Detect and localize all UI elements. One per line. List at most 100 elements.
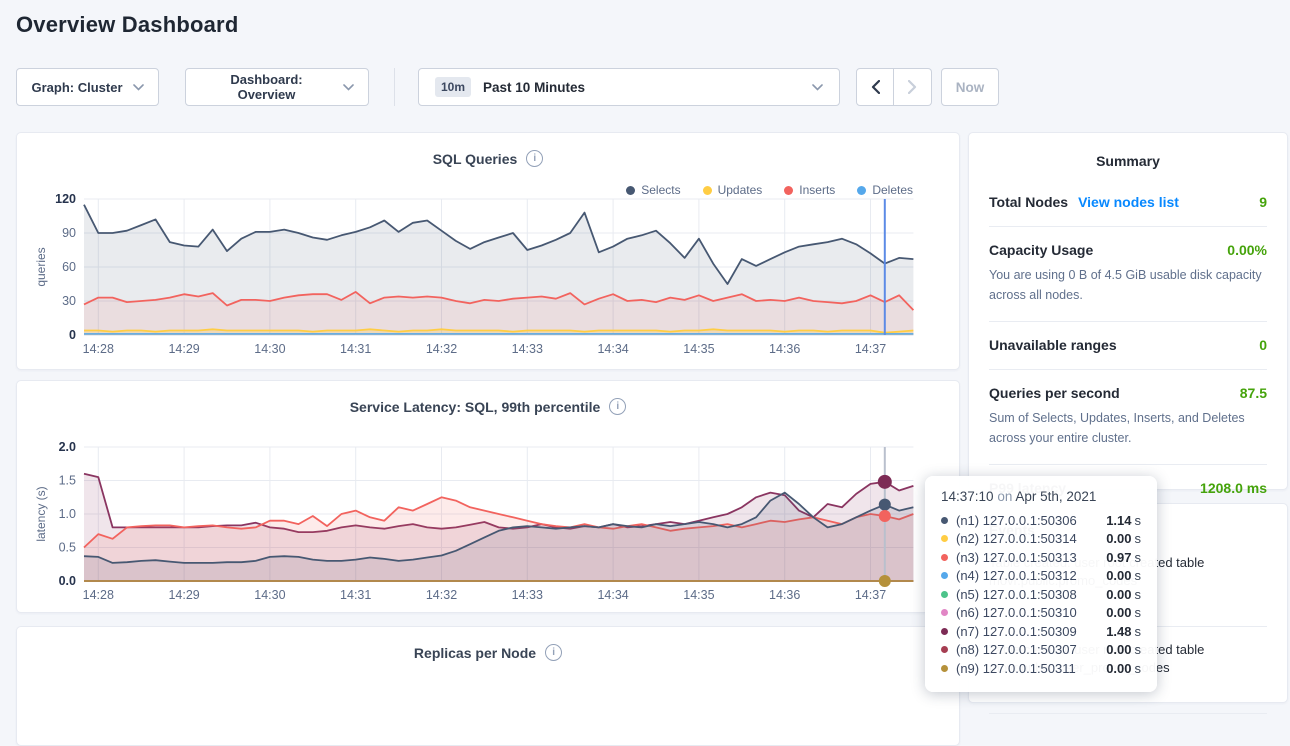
service-latency-chart[interactable]: 0.00.51.01.52.014:2814:2914:3014:3114:32… xyxy=(33,439,933,611)
latency-unit: s xyxy=(1135,661,1142,676)
view-nodes-list-link[interactable]: View nodes list xyxy=(1078,194,1179,210)
dashboard-dropdown[interactable]: Dashboard: Overview xyxy=(185,68,369,106)
node-latency-value: 1.48s xyxy=(1106,624,1141,639)
chevron-down-icon xyxy=(133,84,144,91)
y-tick: 120 xyxy=(55,192,76,206)
node-color-dot xyxy=(941,628,948,635)
y-tick: 0 xyxy=(69,328,76,342)
x-tick: 14:31 xyxy=(340,342,371,356)
node-color-dot xyxy=(941,609,948,616)
x-tick: 14:32 xyxy=(426,588,457,602)
summary-row: Unavailable ranges0 xyxy=(989,322,1267,370)
y-tick: 30 xyxy=(62,294,76,308)
summary-value: 87.5 xyxy=(1240,385,1267,401)
graph-dropdown[interactable]: Graph: Cluster xyxy=(16,68,159,106)
tooltip-row: (n5) 127.0.0.1:503080.00s xyxy=(941,585,1141,604)
tooltip-row: (n9) 127.0.0.1:503110.00s xyxy=(941,659,1141,678)
node-latency-value: 0.00s xyxy=(1106,642,1141,657)
latency-unit: s xyxy=(1135,642,1142,657)
tooltip-row: (n8) 127.0.0.1:503070.00s xyxy=(941,641,1141,660)
summary-value: 1208.0 ms xyxy=(1200,480,1267,496)
toolbar-divider xyxy=(394,68,395,106)
time-next-button[interactable] xyxy=(894,68,932,106)
node-address: (n6) 127.0.0.1:50310 xyxy=(956,605,1077,620)
service-latency-card: Service Latency: SQL, 99th percentile i … xyxy=(16,380,960,613)
latency-unit: s xyxy=(1135,550,1142,565)
time-prev-button[interactable] xyxy=(856,68,894,106)
summary-label: Capacity Usage xyxy=(989,242,1093,258)
node-latency-value: 0.00s xyxy=(1106,568,1141,583)
graph-dropdown-label: Graph: Cluster xyxy=(31,80,122,95)
node-latency-value: 0.97s xyxy=(1106,550,1141,565)
tooltip-row: (n6) 127.0.0.1:50310 0.00s xyxy=(941,604,1141,623)
x-tick: 14:30 xyxy=(254,342,285,356)
summary-row: Total Nodes View nodes list 9 xyxy=(989,179,1267,227)
latency-unit: s xyxy=(1135,531,1142,546)
tooltip-row: (n2) 127.0.0.1:503140.00s xyxy=(941,530,1141,549)
x-tick: 14:36 xyxy=(769,588,800,602)
summary-value: 9 xyxy=(1259,194,1267,210)
node-address: (n9) 127.0.0.1:50311 xyxy=(956,661,1076,676)
sql-queries-card: SQL Queries i SelectsUpdatesInsertsDelet… xyxy=(16,132,960,370)
node-color-dot xyxy=(941,646,948,653)
x-tick: 14:32 xyxy=(426,342,457,356)
summary-description: Sum of Selects, Updates, Inserts, and De… xyxy=(989,408,1267,448)
sql-queries-title: SQL Queries i xyxy=(17,150,959,167)
latency-unit: s xyxy=(1135,624,1142,639)
x-tick: 14:30 xyxy=(254,588,285,602)
x-tick: 14:37 xyxy=(855,588,886,602)
tooltip-row: (n1) 127.0.0.1:503061.14s xyxy=(941,511,1141,530)
x-tick: 14:31 xyxy=(340,588,371,602)
x-tick: 14:34 xyxy=(597,342,628,356)
summary-label: Total Nodes xyxy=(989,194,1068,210)
summary-label: Queries per second xyxy=(989,385,1120,401)
hover-marker xyxy=(879,499,891,511)
y-axis-label: queries xyxy=(34,247,48,286)
x-tick: 14:35 xyxy=(683,588,714,602)
node-address: (n1) 127.0.0.1:50306 xyxy=(956,513,1077,528)
info-icon[interactable]: i xyxy=(545,644,562,661)
y-tick: 1.0 xyxy=(59,507,76,521)
chevron-down-icon xyxy=(812,84,823,91)
hover-marker xyxy=(878,475,892,489)
now-button[interactable]: Now xyxy=(941,68,999,106)
time-pager xyxy=(856,68,932,106)
summary-value: 0 xyxy=(1259,337,1267,353)
node-color-dot xyxy=(941,665,948,672)
node-color-dot xyxy=(941,572,948,579)
x-tick: 14:28 xyxy=(83,342,114,356)
dashboard-dropdown-label: Dashboard: Overview xyxy=(200,72,333,102)
y-tick: 0.0 xyxy=(59,574,76,588)
summary-row: Queries per second 87.5 Sum of Selects, Up… xyxy=(989,370,1267,465)
y-tick: 0.5 xyxy=(59,541,76,555)
summary-panel: Summary Total Nodes View nodes list 9 Capac… xyxy=(968,132,1288,490)
node-latency-value: 0.00s xyxy=(1106,587,1141,602)
x-tick: 14:34 xyxy=(597,588,628,602)
node-latency-value: 0.00s xyxy=(1106,605,1141,620)
node-color-dot xyxy=(941,535,948,542)
x-tick: 14:28 xyxy=(83,588,114,602)
info-icon[interactable]: i xyxy=(609,398,626,415)
sql-queries-chart[interactable]: 030609012014:2814:2914:3014:3114:3214:33… xyxy=(33,191,933,366)
tooltip-row: (n4) 127.0.0.1:50312 0.00s xyxy=(941,567,1141,586)
y-axis-label: latency (s) xyxy=(34,486,48,541)
x-tick: 14:29 xyxy=(168,342,199,356)
node-color-dot xyxy=(941,517,948,524)
node-color-dot xyxy=(941,554,948,561)
y-tick: 1.5 xyxy=(59,474,76,488)
info-icon[interactable]: i xyxy=(526,150,543,167)
summary-title: Summary xyxy=(989,153,1267,169)
replicas-per-node-title: Replicas per Node i xyxy=(17,644,959,661)
latency-unit: s xyxy=(1135,513,1142,528)
node-address: (n2) 127.0.0.1:50314 xyxy=(956,531,1077,546)
y-tick: 90 xyxy=(62,226,76,240)
service-latency-title: Service Latency: SQL, 99th percentile i xyxy=(17,398,959,415)
node-address: (n4) 127.0.0.1:50312 xyxy=(956,568,1077,583)
latency-unit: s xyxy=(1135,568,1142,583)
chart-hover-tooltip: 14:37:10 on Apr 5th, 2021 (n1) 127.0.0.1… xyxy=(925,476,1157,692)
x-tick: 14:33 xyxy=(512,588,543,602)
time-range-dropdown[interactable]: 10m Past 10 Minutes xyxy=(418,68,840,106)
hover-marker xyxy=(879,575,891,587)
summary-value: 0.00% xyxy=(1227,242,1267,258)
summary-row: Capacity Usage0.00%You are using 0 B of … xyxy=(989,227,1267,322)
